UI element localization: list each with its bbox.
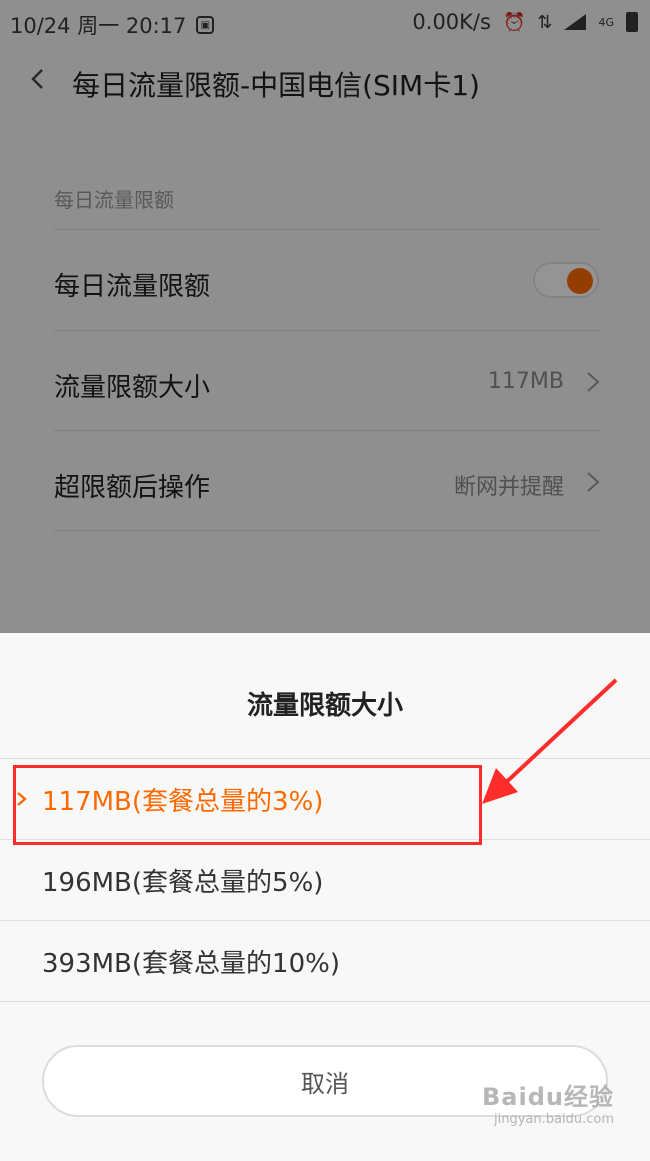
option-label: 393MB(套餐总量的10%) [42, 949, 340, 979]
divider [0, 1001, 650, 1002]
watermark: Baidu经验 jingyan.baidu.com [482, 1077, 614, 1127]
watermark-logo: Baidu经验 [482, 1083, 614, 1111]
option-label: 196MB(套餐总量的5%) [42, 868, 324, 898]
option-393mb[interactable]: 393MB(套餐总量的10%) [0, 921, 650, 1001]
watermark-url: jingyan.baidu.com [494, 1112, 614, 1127]
option-196mb[interactable]: 196MB(套餐总量的5%) [0, 840, 650, 920]
annotation-highlight-box [13, 765, 482, 845]
annotation-arrow-icon [482, 678, 618, 804]
